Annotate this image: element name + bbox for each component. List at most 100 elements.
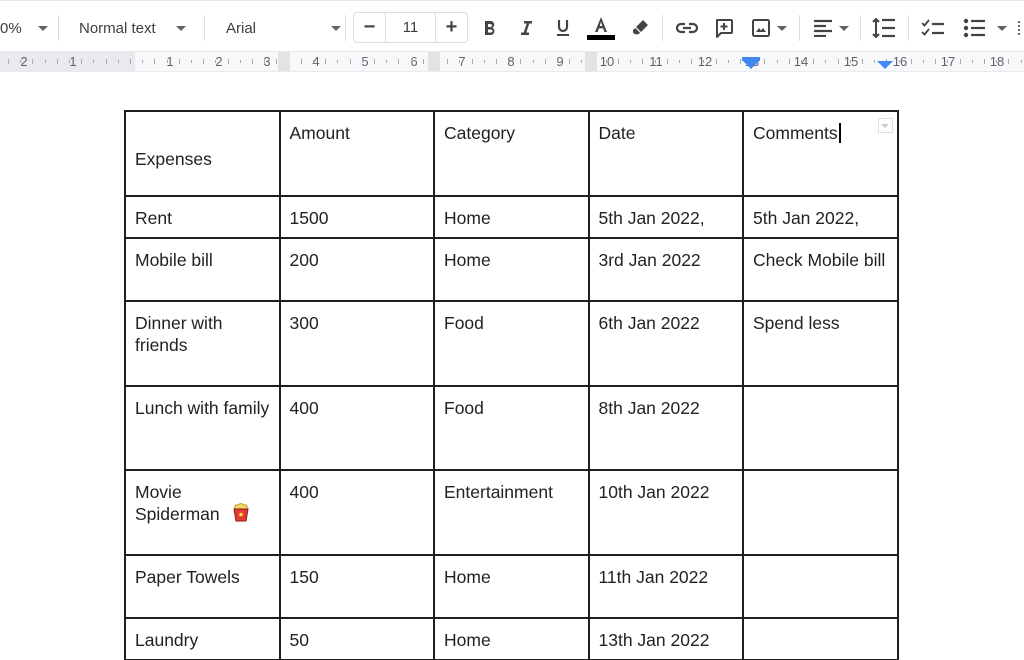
header-cell[interactable]: Date xyxy=(587,110,744,197)
table-cell[interactable]: 6th Jan 2022 xyxy=(587,300,744,387)
italic-button[interactable] xyxy=(514,14,538,42)
toolbar-divider xyxy=(204,15,205,41)
ruler-tick xyxy=(996,60,998,63)
table-row: Laundry 50 Home 13th Jan 2022 xyxy=(124,617,899,660)
table-cell[interactable]: 50 xyxy=(278,617,435,660)
table-cell[interactable]: Dinner with friends xyxy=(124,300,281,387)
table-cell[interactable]: Home xyxy=(433,617,590,660)
ruler-tick xyxy=(154,59,156,64)
table-cell[interactable]: 10th Jan 2022 xyxy=(587,469,744,556)
insert-image-button[interactable] xyxy=(747,14,791,42)
underline-button[interactable] xyxy=(551,14,575,42)
cell-options-button[interactable] xyxy=(877,118,893,133)
font-select[interactable]: Arial xyxy=(226,15,341,41)
ruler-tick xyxy=(703,60,705,63)
table-cell[interactable]: Lunch with family xyxy=(124,385,281,471)
table-cell[interactable]: 11th Jan 2022 xyxy=(587,554,744,619)
header-cell[interactable]: Comments xyxy=(742,110,899,197)
ruler-column-gap[interactable] xyxy=(585,52,597,71)
ruler-tick xyxy=(422,59,424,64)
chevron-down-icon xyxy=(997,25,1007,31)
style-select[interactable]: Normal text xyxy=(79,15,186,41)
text-cursor xyxy=(838,123,841,143)
ruler-tick xyxy=(105,59,107,64)
ruler-tick xyxy=(532,60,534,63)
table-cell-text: Home xyxy=(444,250,491,270)
table-cell[interactable]: 300 xyxy=(278,300,435,387)
ruler-tick xyxy=(666,59,668,64)
add-comment-button[interactable] xyxy=(711,14,737,42)
decrease-font-size-button[interactable]: − xyxy=(354,13,385,42)
table-cell[interactable]: 400 xyxy=(278,385,435,471)
header-cell[interactable]: Amount xyxy=(278,110,435,197)
ruler-tick xyxy=(349,59,351,64)
table-cell[interactable]: Check Mobile bill xyxy=(742,237,899,302)
bulleted-list-button[interactable] xyxy=(957,14,1013,42)
ruler-tick xyxy=(825,60,827,63)
ruler-tick xyxy=(239,60,241,63)
table-cell[interactable]: Home xyxy=(433,237,590,302)
ruler-tick xyxy=(361,60,363,63)
font-size-input[interactable]: 11 xyxy=(385,13,436,42)
numbered-list-icon[interactable] xyxy=(1018,21,1024,35)
table-cell[interactable]: Rent xyxy=(124,195,281,239)
ruler-column-gap[interactable] xyxy=(428,52,440,71)
checklist-button[interactable] xyxy=(919,14,947,42)
increase-font-size-button[interactable]: + xyxy=(436,13,467,42)
table-cell[interactable]: 5th Jan 2022, xyxy=(742,195,899,239)
ruler-tick xyxy=(959,59,961,64)
zoom-select[interactable]: 0% xyxy=(0,15,48,41)
ruler-column-gap[interactable] xyxy=(278,52,290,71)
table-cell[interactable]: Entertainment xyxy=(433,469,590,556)
table-cell[interactable] xyxy=(742,385,899,471)
table-cell[interactable]: 5th Jan 2022, xyxy=(587,195,744,239)
align-button[interactable] xyxy=(810,14,852,42)
table-cell[interactable]: 13th Jan 2022 xyxy=(587,617,744,660)
table-cell[interactable]: 3rd Jan 2022 xyxy=(587,237,744,302)
font-value: Arial xyxy=(226,19,257,37)
bold-icon xyxy=(485,20,495,35)
header-cell[interactable]: Category xyxy=(433,110,590,197)
line-spacing-button[interactable] xyxy=(870,14,898,42)
table-cell[interactable] xyxy=(742,617,899,660)
insert-link-button[interactable] xyxy=(673,14,701,42)
table-cell[interactable]: Laundry xyxy=(124,617,281,660)
table-cell[interactable]: Food xyxy=(433,300,590,387)
table-cell[interactable]: Mobile bill xyxy=(124,237,281,302)
link-icon xyxy=(675,22,699,34)
table-cell[interactable]: 400 xyxy=(278,469,435,556)
table-cell[interactable]: Home xyxy=(433,554,590,619)
table-cell[interactable]: Food xyxy=(433,385,590,471)
text-color-button[interactable] xyxy=(585,12,617,44)
table-row: Rent 1500 Home 5th Jan 2022, 5th Jan 2022, xyxy=(124,195,899,239)
highlight-button[interactable] xyxy=(628,14,652,42)
table-cell[interactable]: Movie Spiderman xyxy=(124,469,281,556)
ruler-tick xyxy=(191,60,192,63)
ruler-tick xyxy=(605,60,607,63)
table-cell-text: 150 xyxy=(289,567,319,587)
ruler-tick xyxy=(215,60,217,63)
table-cell[interactable]: 200 xyxy=(278,237,435,302)
horizontal-ruler[interactable]: 21123456789101112131415161718 xyxy=(0,51,1024,72)
table-cell-text: Mobile bill xyxy=(135,250,213,270)
table-cell[interactable]: Spend less xyxy=(742,300,899,387)
left-indent-marker[interactable] xyxy=(743,61,759,69)
header-cell[interactable]: Expenses xyxy=(124,110,281,197)
ruler-number: 2 xyxy=(20,54,28,69)
ruler-number: 1 xyxy=(69,54,77,69)
table-cell[interactable]: 1500 xyxy=(278,195,435,239)
ruler-tick xyxy=(325,59,327,64)
toolbar-divider xyxy=(908,15,909,41)
bold-button[interactable] xyxy=(478,14,502,42)
chevron-down-icon xyxy=(175,25,186,31)
table-cell[interactable]: Paper Towels xyxy=(124,554,281,619)
table-cell-text: 200 xyxy=(289,250,319,270)
table-cell[interactable]: Home xyxy=(433,195,590,239)
right-indent-marker[interactable] xyxy=(877,61,893,69)
document-page[interactable]: Expenses Amount Category Date Comments Rent 15… xyxy=(0,73,1024,660)
table-cell[interactable] xyxy=(742,554,899,619)
table-cell[interactable] xyxy=(742,469,899,556)
ruler-tick xyxy=(727,60,729,63)
table-cell[interactable]: 150 xyxy=(278,554,435,619)
table-cell[interactable]: 8th Jan 2022 xyxy=(587,385,744,471)
